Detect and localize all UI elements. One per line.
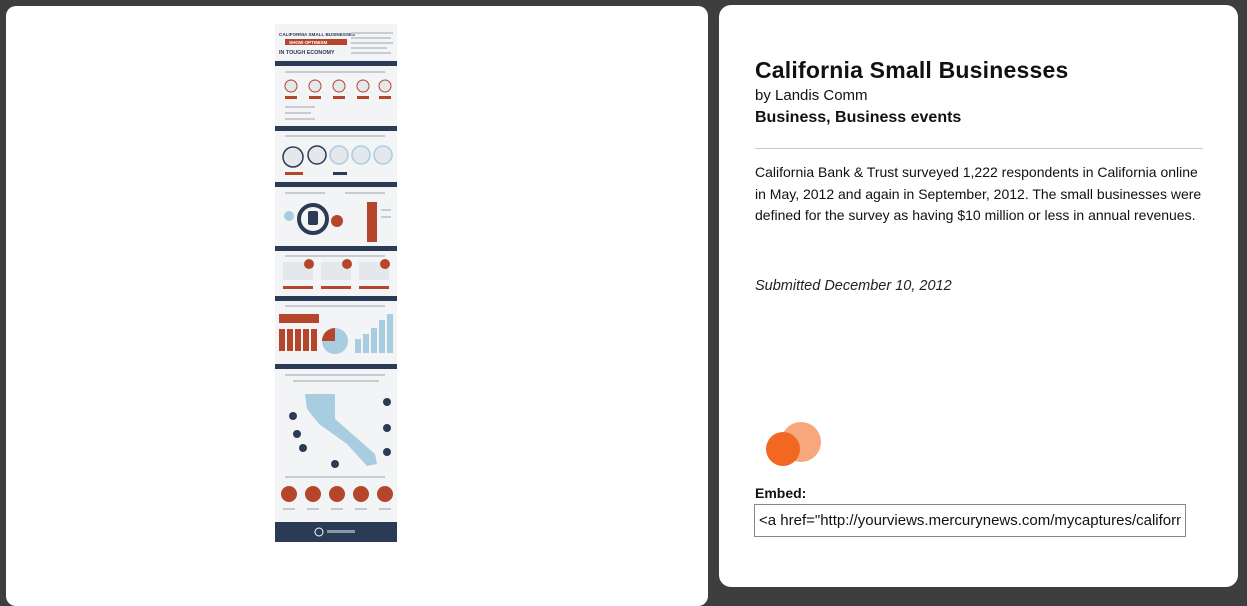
infographic-panel: CALIFORNIA SMALL BUSINESSES SHOW OPTIMIS… [6, 6, 708, 606]
embed-label: Embed: [755, 485, 807, 501]
details-panel: California Small Businesses by Landis Co… [719, 5, 1238, 587]
infographic-heading-line2: SHOW OPTIMISM [289, 40, 327, 45]
infographic-heading-line3: IN TOUGH ECONOMY [279, 50, 335, 56]
page-title: California Small Businesses [755, 57, 1069, 83]
brand-logo-icon [766, 422, 821, 466]
category-list: Business, Business events [755, 109, 962, 126]
divider [755, 148, 1203, 149]
description-text: California Bank & Trust surveyed 1,222 r… [755, 164, 1202, 223]
infographic-heading-line1: CALIFORNIA SMALL BUSINESSES [279, 32, 355, 37]
infographic-thumbnail[interactable]: CALIFORNIA SMALL BUSINESSES SHOW OPTIMIS… [275, 24, 397, 542]
author-byline: by Landis Comm [755, 87, 868, 104]
submitted-date: Submitted December 10, 2012 [755, 278, 952, 294]
embed-code-input[interactable] [754, 504, 1186, 537]
